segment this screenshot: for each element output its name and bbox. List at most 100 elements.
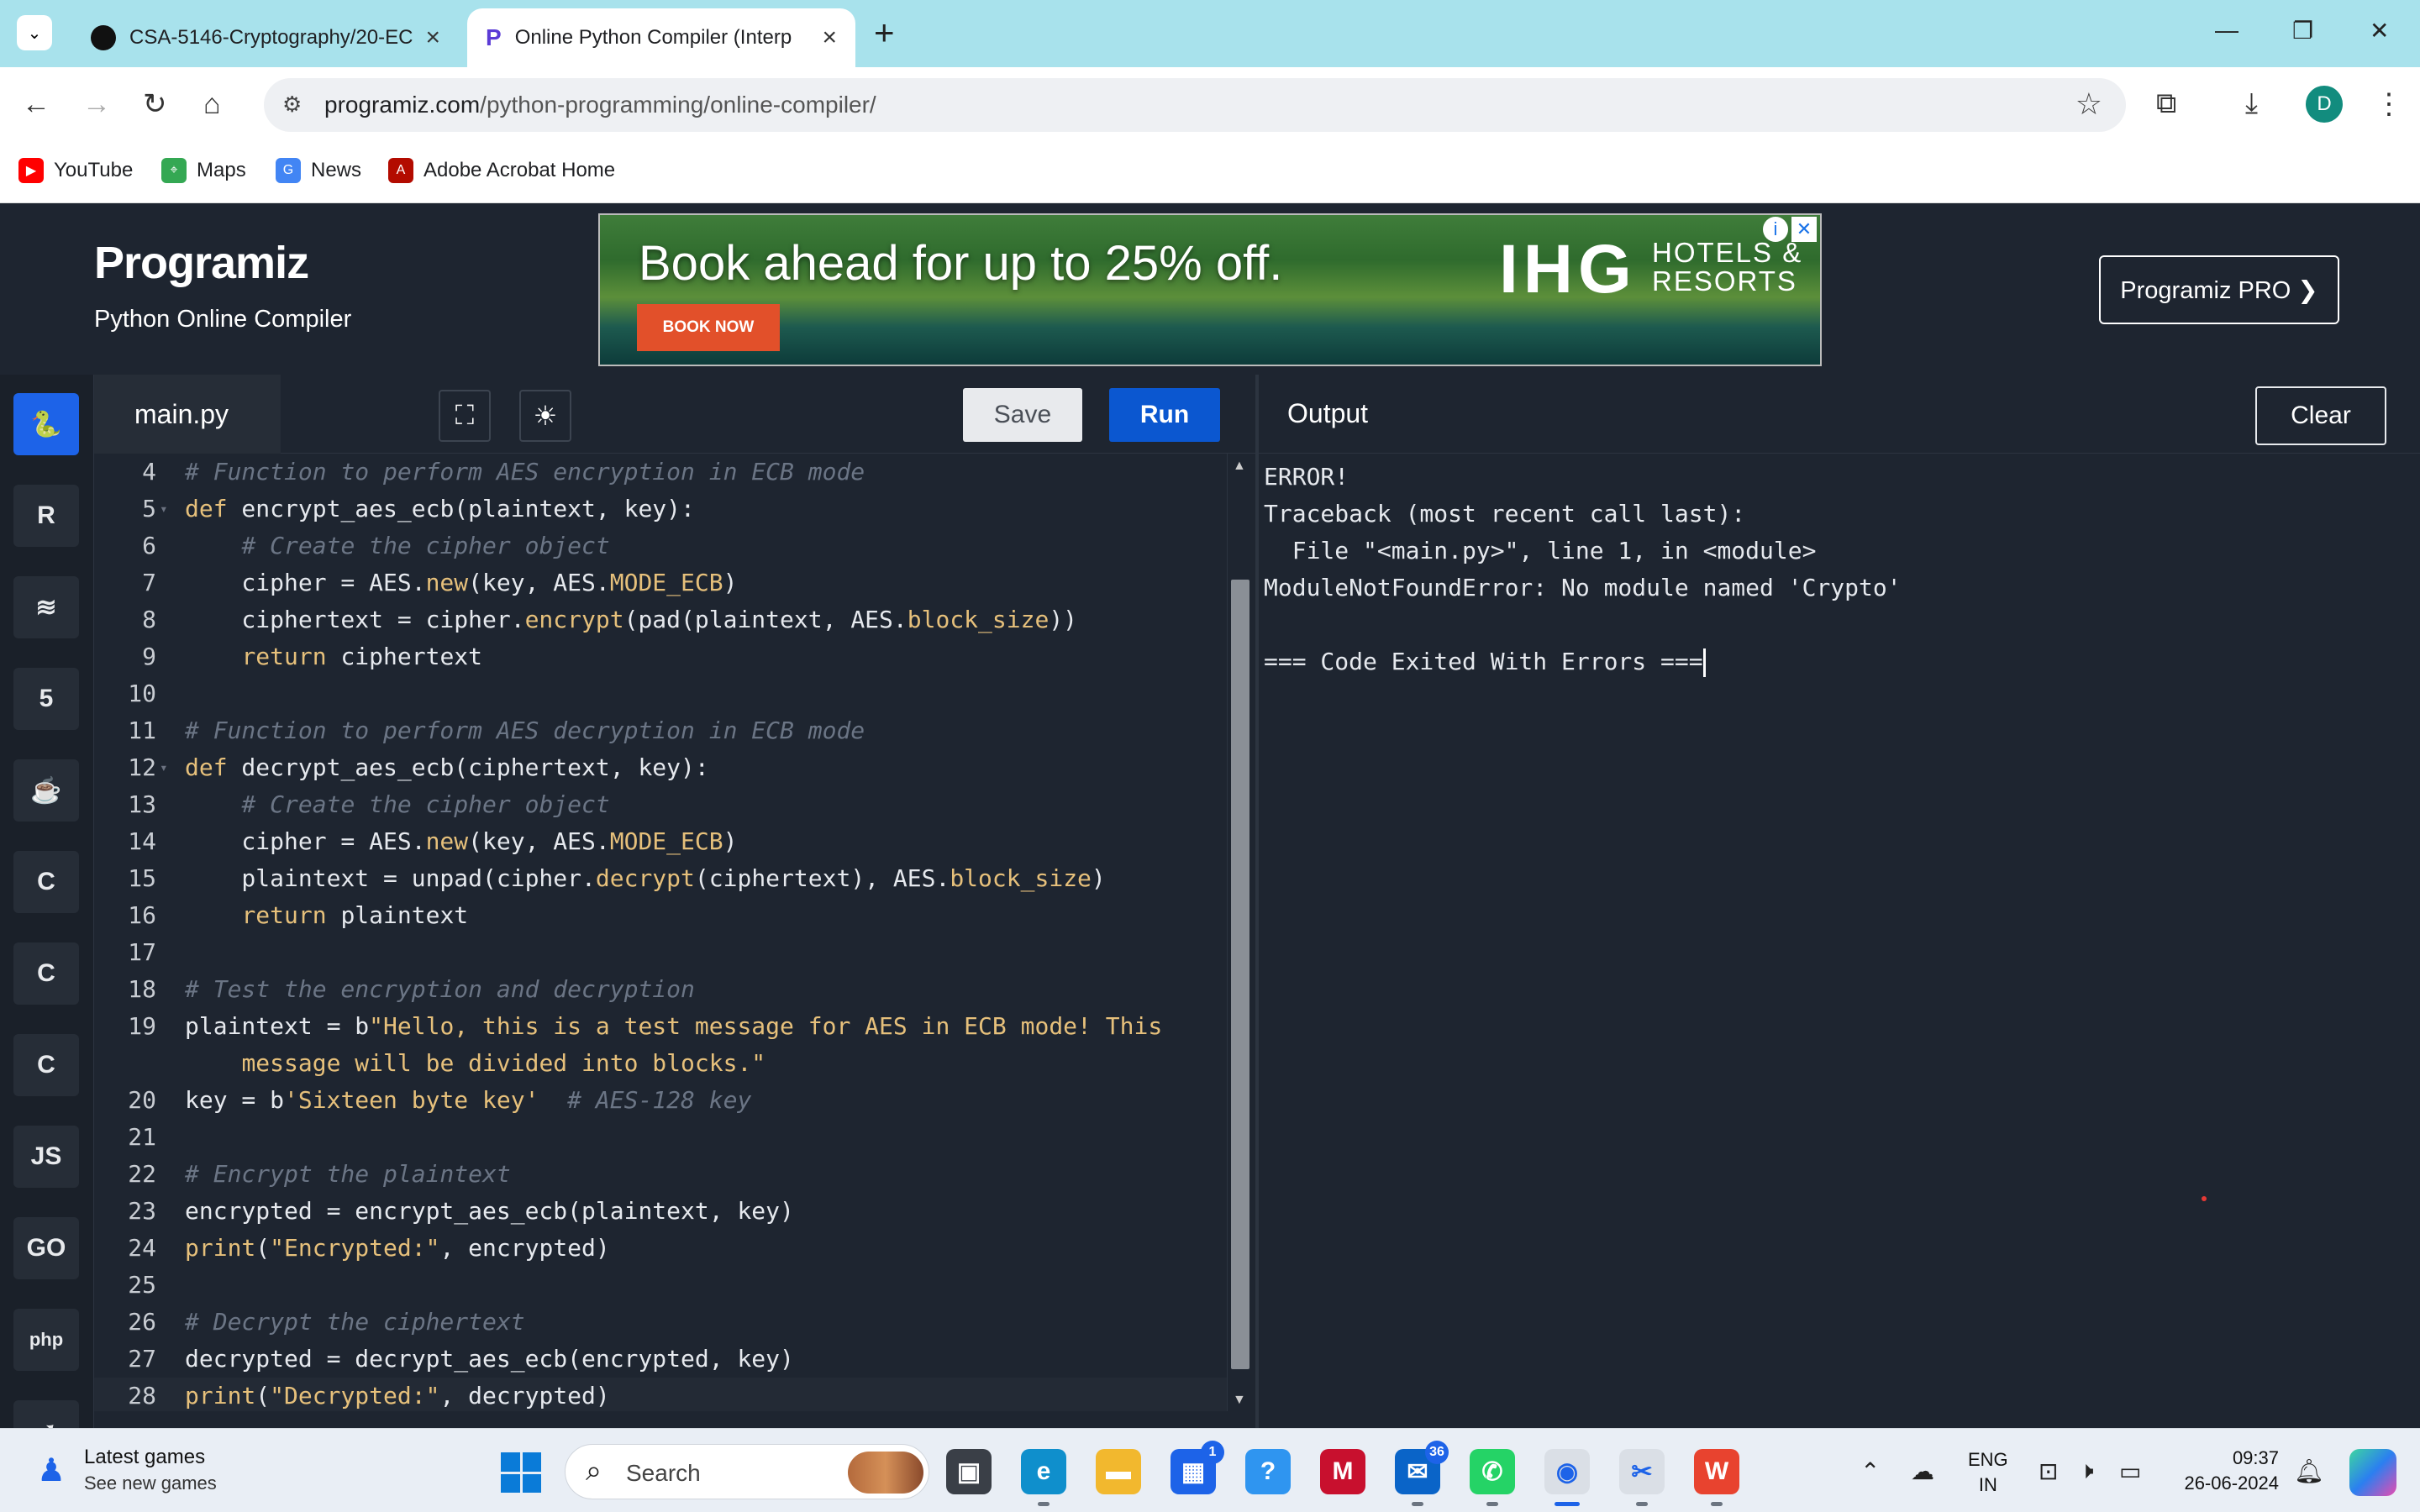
profile-avatar[interactable]: D (2306, 86, 2343, 123)
taskbar-app-chrome[interactable]: ◉ (1544, 1449, 1590, 1506)
language-indicator[interactable]: ENG IN (1968, 1447, 2008, 1498)
extensions-icon[interactable]: ⧉ (2156, 87, 2176, 120)
code-line[interactable]: 12 ▾ def decrypt_aes_ecb(ciphertext, key): (94, 749, 1227, 786)
taskbar-app-mcafee[interactable]: M (1320, 1449, 1365, 1494)
advertisement-banner[interactable]: Book ahead for up to 25% off. BOOK NOW I… (598, 213, 1822, 366)
code-line[interactable]: 8 ciphertext = cipher.encrypt(pad(plaint… (94, 601, 1227, 638)
language-html-button[interactable]: 5 (13, 668, 79, 730)
code-line[interactable]: 14 cipher = AES.new(key, AES.MODE_ECB) (94, 823, 1227, 860)
site-info-icon[interactable]: ⚙ (282, 92, 309, 118)
programiz-pro-button[interactable]: Programiz PRO ❯ (2099, 255, 2339, 324)
language-c-button[interactable]: C (13, 851, 79, 913)
code-line[interactable]: 18 # Test the encryption and decryption (94, 971, 1227, 1008)
taskbar-app-outlook[interactable]: ✉ 36 (1395, 1441, 1449, 1506)
code-line[interactable]: 20 key = b'Sixteen byte key' # AES-128 ke… (94, 1082, 1227, 1119)
taskbar-app-snipping-tool[interactable]: ✂ (1619, 1449, 1665, 1506)
onedrive-icon[interactable]: ☁ (1911, 1457, 1934, 1485)
ad-info-icon[interactable]: i (1763, 217, 1788, 242)
taskbar-app-whatsapp[interactable]: ✆ (1470, 1449, 1515, 1506)
language-sql-button[interactable]: ≋ (13, 576, 79, 638)
code-line[interactable]: 9 return ciphertext (94, 638, 1227, 675)
taskbar-app-edge[interactable]: e (1021, 1449, 1066, 1506)
restore-icon[interactable]: ❐ (2292, 17, 2313, 45)
minimize-icon[interactable]: — (2215, 17, 2238, 44)
tab-search-button[interactable]: ⌄ (17, 15, 52, 50)
code-line[interactable]: 25 (94, 1267, 1227, 1304)
language-cpp-button[interactable]: C (13, 942, 79, 1005)
code-line[interactable]: 27 decrypted = decrypt_aes_ecb(encrypted,… (94, 1341, 1227, 1378)
save-button[interactable]: Save (963, 388, 1082, 442)
programiz-logo[interactable]: Programiz (94, 237, 309, 289)
language-csharp-button[interactable]: C (13, 1034, 79, 1096)
address-bar[interactable]: ⚙ programiz.com/python-programming/onlin… (264, 78, 2126, 132)
bookmark-adobe-acrobat[interactable]: A Adobe Acrobat Home (388, 158, 615, 183)
volume-muted-icon[interactable]: 🕨 (2079, 1457, 2094, 1485)
show-hidden-icons-chevron[interactable]: ⌃ (1860, 1457, 1880, 1485)
ad-book-now-button[interactable]: BOOK NOW (637, 304, 780, 351)
battery-icon[interactable]: ▭ (2119, 1457, 2141, 1485)
menu-kebab-icon[interactable]: ⋮ (2375, 87, 2403, 121)
language-java-button[interactable]: ☕ (13, 759, 79, 822)
output-console[interactable]: ERROR! Traceback (most recent call last):… (1259, 454, 2420, 1428)
file-tab-main-py[interactable]: main.py (94, 375, 281, 454)
code-line[interactable]: 22 # Encrypt the plaintext (94, 1156, 1227, 1193)
code-line[interactable]: 13 # Create the cipher object (94, 786, 1227, 823)
scroll-up-icon[interactable]: ▲ (1233, 459, 1246, 474)
back-icon[interactable]: ← (22, 87, 50, 121)
code-line[interactable]: message will be divided into blocks." (94, 1045, 1227, 1082)
code-line[interactable]: 6 # Create the cipher object (94, 528, 1227, 564)
language-swift-button[interactable]: ➶ (13, 1400, 79, 1428)
taskbar-app-task-view[interactable]: ▣ (946, 1449, 992, 1494)
close-tab-icon[interactable]: × (822, 24, 837, 52)
code-line[interactable]: 15 plaintext = unpad(cipher.decrypt(ciph… (94, 860, 1227, 897)
code-line[interactable]: 19 plaintext = b"Hello, this is a test me… (94, 1008, 1227, 1045)
taskbar-app-file-explorer[interactable]: ▬ (1096, 1449, 1141, 1494)
ad-close-icon[interactable]: ✕ (1791, 217, 1817, 242)
scrollbar-thumb[interactable] (1231, 580, 1249, 1369)
browser-tab-programiz[interactable]: P Online Python Compiler (Interp × (467, 8, 855, 67)
taskbar-app-help[interactable]: ? (1245, 1449, 1291, 1494)
code-line[interactable]: 21 (94, 1119, 1227, 1156)
clear-button[interactable]: Clear (2255, 386, 2386, 445)
bookmark-maps[interactable]: ⌖ Maps (161, 158, 246, 183)
language-javascript-button[interactable]: JS (13, 1126, 79, 1188)
taskbar-app-wps-office[interactable]: W (1694, 1449, 1739, 1506)
language-php-button[interactable]: php (13, 1309, 79, 1371)
scroll-down-icon[interactable]: ▼ (1233, 1393, 1246, 1408)
code-line[interactable]: 4 # Function to perform AES encryption in… (94, 454, 1227, 491)
taskbar-app-microsoft-store[interactable]: ▦ 1 (1171, 1441, 1224, 1494)
bookmark-star-icon[interactable]: ☆ (2075, 87, 2102, 122)
code-line[interactable]: 10 (94, 675, 1227, 712)
taskbar-search[interactable]: ⌕ Search (565, 1444, 929, 1499)
code-line[interactable]: 23 encrypted = encrypt_aes_ecb(plaintext,… (94, 1193, 1227, 1230)
bookmark-youtube[interactable]: ▶ YouTube (18, 158, 133, 183)
fold-toggle-icon[interactable]: ▾ (160, 749, 168, 786)
fold-toggle-icon[interactable]: ▾ (160, 491, 168, 528)
fullscreen-icon[interactable]: ⛶ (439, 390, 491, 442)
theme-toggle-icon[interactable]: ☀ (519, 390, 571, 442)
start-button[interactable] (501, 1452, 541, 1493)
new-tab-button[interactable]: + (874, 15, 895, 50)
download-icon[interactable]: ⤓ (2245, 87, 2258, 120)
clock[interactable]: 09:37 26-06-2024 (2175, 1446, 2279, 1496)
code-line[interactable]: 7 cipher = AES.new(key, AES.MODE_ECB) (94, 564, 1227, 601)
reload-icon[interactable]: ↻ (143, 87, 167, 121)
code-line[interactable]: 17 (94, 934, 1227, 971)
bookmark-news[interactable]: G News (276, 158, 361, 183)
language-go-button[interactable]: GO (13, 1217, 79, 1279)
language-python-button[interactable]: 🐍 (13, 393, 79, 455)
code-line[interactable]: 5 ▾ def encrypt_aes_ecb(plaintext, key): (94, 491, 1227, 528)
code-line[interactable]: 11 # Function to perform AES decryption i… (94, 712, 1227, 749)
run-button[interactable]: Run (1109, 388, 1220, 442)
code-line[interactable]: 16 return plaintext (94, 897, 1227, 934)
network-icon[interactable]: ⊡ (2039, 1457, 2058, 1485)
forward-icon[interactable]: → (82, 87, 111, 121)
close-tab-icon[interactable]: × (425, 24, 440, 52)
copilot-icon[interactable] (2349, 1449, 2396, 1496)
language-r-button[interactable]: R (13, 485, 79, 547)
code-line[interactable]: 24 print("Encrypted:", encrypted) (94, 1230, 1227, 1267)
code-line[interactable]: 26 # Decrypt the ciphertext (94, 1304, 1227, 1341)
close-window-icon[interactable]: ✕ (2370, 17, 2389, 45)
notifications-icon[interactable]: 🔔︎ (2294, 1457, 2324, 1485)
browser-tab-github[interactable]: CSA-5146-Cryptography/20-EC × (72, 8, 459, 67)
